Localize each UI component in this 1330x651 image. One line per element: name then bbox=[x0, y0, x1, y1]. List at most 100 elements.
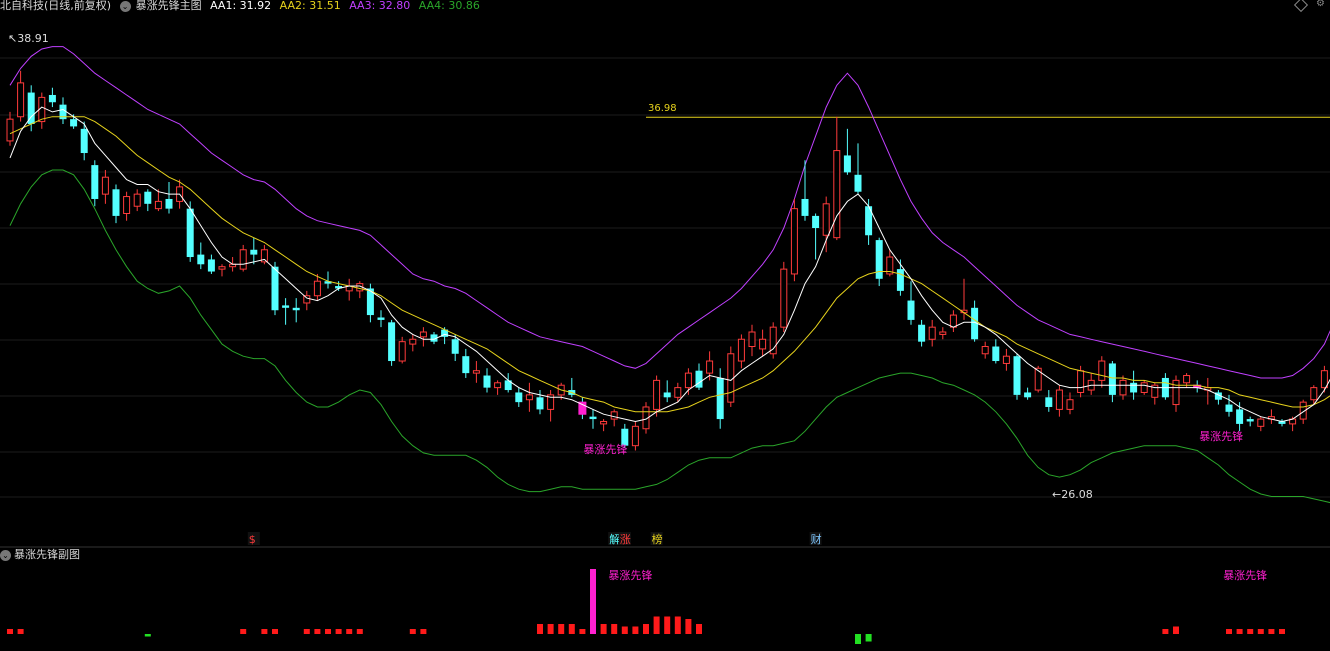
candle-body-down bbox=[144, 191, 152, 204]
candle-body-up bbox=[154, 200, 162, 210]
histogram-bar bbox=[674, 616, 681, 634]
candle-body-up bbox=[737, 338, 745, 362]
candle-body-down bbox=[165, 198, 173, 209]
candle-body-down bbox=[1236, 409, 1244, 424]
histogram-bar bbox=[685, 619, 692, 634]
candle-body-up bbox=[981, 346, 989, 355]
candle-body-down bbox=[91, 165, 99, 199]
histogram-bar bbox=[1268, 629, 1275, 634]
candle-body-up bbox=[419, 331, 427, 338]
histogram-bar bbox=[346, 629, 353, 634]
candle-body-up bbox=[1066, 399, 1074, 410]
candle-body-up bbox=[1140, 382, 1148, 393]
candle-body-down bbox=[1013, 356, 1021, 395]
candle-body-up bbox=[1257, 418, 1265, 427]
candle-body-down bbox=[80, 128, 88, 154]
candle-body-up bbox=[631, 425, 639, 447]
event-markers: $ 解涨 榜 财 bbox=[247, 532, 822, 546]
candle-body-down bbox=[48, 94, 56, 103]
candle-body-up bbox=[928, 326, 936, 340]
candle-body-down bbox=[1246, 419, 1254, 422]
histogram-bar bbox=[17, 629, 24, 634]
candle-body-up bbox=[494, 382, 502, 389]
candle-body-up bbox=[409, 338, 417, 345]
candle-body-down bbox=[292, 307, 300, 311]
chevron-down-icon[interactable]: ⌄ bbox=[0, 549, 11, 561]
candle-body-down bbox=[1108, 363, 1116, 395]
candle-body-down bbox=[197, 254, 205, 265]
histogram-bar bbox=[420, 629, 427, 634]
candle-body-down bbox=[1045, 397, 1053, 407]
event-marker: 涨 bbox=[620, 533, 631, 546]
histogram-bar bbox=[621, 626, 628, 634]
signal-label: 暴涨先锋 bbox=[1199, 430, 1243, 443]
histogram-bar bbox=[1226, 629, 1232, 634]
event-marker: $ bbox=[249, 533, 256, 546]
candle-body-up bbox=[1055, 389, 1063, 410]
band-lines bbox=[9, 46, 1330, 504]
histogram-bar bbox=[356, 629, 363, 634]
histogram-bar bbox=[664, 616, 671, 634]
histogram-bar bbox=[1173, 626, 1179, 634]
signal-label: 暴涨先锋 bbox=[583, 443, 627, 456]
candle-body-up bbox=[1183, 375, 1191, 384]
histogram-bar bbox=[261, 629, 268, 634]
histogram-bar bbox=[590, 569, 596, 634]
candle-body-down bbox=[918, 324, 926, 342]
candle-body-down bbox=[282, 305, 290, 308]
candle-body-up bbox=[653, 379, 661, 410]
sub-header: ⌄ 暴涨先锋副图 bbox=[0, 548, 80, 562]
candle-body-down bbox=[536, 397, 544, 410]
candle-body-down bbox=[854, 174, 862, 192]
candle-body-down bbox=[801, 198, 809, 216]
sub-histogram bbox=[7, 569, 1285, 644]
candle-body-up bbox=[748, 331, 756, 348]
histogram-bar bbox=[855, 634, 861, 644]
sub-indicator-name[interactable]: 暴涨先锋副图 bbox=[14, 548, 80, 561]
candle-body-down bbox=[1225, 404, 1233, 412]
candle-body-up bbox=[101, 176, 109, 195]
histogram-bar bbox=[409, 629, 416, 634]
histogram-bar bbox=[1236, 629, 1243, 634]
candle-body-down bbox=[515, 392, 523, 403]
candle-body-down bbox=[663, 392, 671, 398]
candle-body-up bbox=[472, 370, 480, 374]
candle-body-up bbox=[17, 82, 25, 118]
candle-body-up bbox=[949, 314, 957, 328]
candle-body-down bbox=[207, 259, 215, 272]
histogram-bar bbox=[335, 629, 342, 634]
chart-canvas[interactable]: ↖38.91←26.0836.98暴涨先锋暴涨先锋 $ 解涨榜财 暴涨先锋 暴涨先锋 bbox=[0, 0, 1330, 651]
candle-body-up bbox=[525, 394, 533, 401]
high-label: ↖38.91 bbox=[8, 32, 49, 45]
histogram-bar bbox=[696, 624, 702, 634]
candle-body-up bbox=[780, 268, 788, 328]
candle-body-down bbox=[695, 370, 703, 388]
event-marker: 榜 bbox=[652, 532, 663, 546]
histogram-bar bbox=[1162, 629, 1169, 634]
candle-body-up bbox=[6, 118, 14, 142]
histogram-bar bbox=[303, 629, 310, 634]
candle-body-down bbox=[70, 119, 78, 127]
candle-body-up bbox=[1098, 360, 1106, 381]
candle-body-up bbox=[684, 372, 692, 389]
histogram-bar bbox=[653, 616, 660, 634]
candle-body-down bbox=[875, 240, 883, 279]
candle-body-down bbox=[992, 346, 1000, 362]
candle-body-down bbox=[250, 249, 258, 255]
candle-body-up bbox=[833, 150, 841, 239]
candle-body-down bbox=[812, 215, 820, 228]
candle-body-up bbox=[1310, 387, 1318, 401]
candle-body-down bbox=[186, 208, 194, 258]
histogram-bar bbox=[632, 626, 639, 634]
candle-body-up bbox=[1320, 370, 1328, 389]
upper-band-line bbox=[9, 46, 1330, 379]
low-label: ←26.08 bbox=[1052, 488, 1093, 501]
candle-body-up bbox=[398, 341, 406, 362]
histogram-bar bbox=[272, 629, 278, 634]
histogram-bar bbox=[314, 629, 321, 634]
candle-body-up bbox=[822, 203, 830, 236]
candle-body-down bbox=[451, 339, 459, 354]
candle-body-up bbox=[939, 331, 947, 335]
candle-body-up bbox=[759, 338, 767, 350]
histogram-bar bbox=[558, 624, 565, 634]
